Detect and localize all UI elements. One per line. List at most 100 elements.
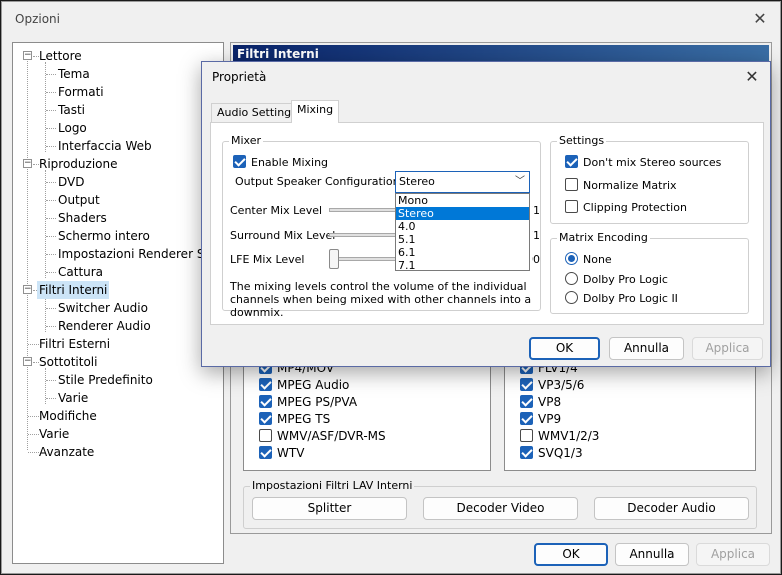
list-item[interactable]: WTV	[259, 445, 304, 462]
close-icon[interactable]: ✕	[748, 7, 772, 31]
dropdown-option-4-0[interactable]: 4.0	[396, 220, 529, 233]
checkbox[interactable]	[565, 178, 578, 191]
tree-connector	[46, 218, 56, 219]
tree-connector	[46, 200, 56, 201]
dialog-cancel-button[interactable]: Annulla	[609, 337, 684, 360]
enable-mixing-checkbox[interactable]: Enable Mixing	[233, 154, 328, 171]
output-config-dropdown[interactable]: Mono Stereo 4.0 5.1 6.1 7.1	[395, 193, 530, 272]
list-item[interactable]: VP8	[520, 394, 561, 411]
dropdown-option-7-1[interactable]: 7.1	[396, 259, 529, 272]
checkbox[interactable]	[520, 395, 533, 408]
tree-item-tema[interactable]: Tema	[58, 65, 90, 83]
tab-audio-settings[interactable]: Audio Settings	[211, 103, 303, 123]
lav-filters-group: Impostazioni Filtri LAV Interni Splitter…	[243, 479, 757, 529]
matrix-dolby-pl2-radio[interactable]: Dolby Pro Logic II	[565, 290, 678, 307]
tab-mixing[interactable]: Mixing	[291, 100, 340, 123]
tree-item-sottotitoli[interactable]: Sottotitoli	[39, 353, 97, 371]
tree-item-stile-predefinito[interactable]: Stile Predefinito	[58, 371, 153, 389]
list-item[interactable]: VP3/5/6	[520, 377, 584, 394]
cancel-button[interactable]: Annulla	[615, 543, 689, 566]
dialog-apply-button[interactable]: Applica	[692, 337, 763, 360]
matrix-dolby-pl-radio[interactable]: Dolby Pro Logic	[565, 271, 668, 288]
mixing-description: The mixing levels control the volume of …	[230, 280, 532, 319]
tree-item-renderer-sync[interactable]: Impostazioni Renderer Sync	[58, 245, 223, 263]
tree-connector	[46, 326, 56, 327]
dialog-ok-button[interactable]: OK	[529, 337, 600, 360]
tree-connector	[46, 182, 56, 183]
list-item[interactable]: VP9	[520, 411, 561, 428]
tree-item-schermo-intero[interactable]: Schermo intero	[58, 227, 150, 245]
collapse-icon[interactable]: −	[23, 357, 32, 366]
checkbox[interactable]	[520, 378, 533, 391]
tree-item-cattura[interactable]: Cattura	[58, 263, 103, 281]
tree-item-tasti[interactable]: Tasti	[58, 101, 85, 119]
tree-root-line	[27, 56, 28, 450]
checkbox[interactable]	[520, 412, 533, 425]
ok-button[interactable]: OK	[534, 543, 608, 566]
list-item[interactable]: WMV/ASF/DVR-MS	[259, 428, 386, 445]
checkbox[interactable]	[259, 395, 272, 408]
group-label: Matrix Encoding	[557, 231, 650, 245]
tree-item-switcher-audio[interactable]: Switcher Audio	[58, 299, 148, 317]
tree-item-filtri-interni[interactable]: Filtri Interni	[37, 281, 110, 299]
checkbox[interactable]	[259, 378, 272, 391]
collapse-icon[interactable]: −	[23, 159, 32, 168]
tree-item-riproduzione[interactable]: Riproduzione	[39, 155, 118, 173]
list-item[interactable]: MPEG Audio	[259, 377, 349, 394]
apply-button[interactable]: Applica	[696, 543, 770, 566]
list-item[interactable]: MPEG PS/PVA	[259, 394, 357, 411]
lfe-slider-thumb[interactable]	[329, 249, 339, 269]
checkbox[interactable]	[259, 412, 272, 425]
checkbox[interactable]	[259, 429, 272, 442]
tree-item-modifiche[interactable]: Modifiche	[39, 407, 97, 425]
tree-item-interfaccia-web[interactable]: Interfaccia Web	[58, 137, 152, 155]
splitter-button[interactable]: Splitter	[252, 497, 407, 520]
group-label: Mixer	[229, 134, 264, 148]
close-icon[interactable]: ✕	[740, 65, 764, 89]
checkbox[interactable]	[520, 446, 533, 459]
tree-item-varie[interactable]: Varie	[39, 425, 69, 443]
tree-item-filtri-esterni[interactable]: Filtri Esterni	[39, 335, 110, 353]
tree-item-logo[interactable]: Logo	[58, 119, 87, 137]
tree-item-output[interactable]: Output	[58, 191, 100, 209]
checkbox[interactable]	[233, 155, 246, 168]
output-config-select[interactable]: Stereo ﹀	[395, 171, 530, 193]
list-item-label: SVQ1/3	[538, 446, 583, 460]
checkbox[interactable]	[520, 429, 533, 442]
radio[interactable]	[565, 252, 578, 265]
checkbox[interactable]	[259, 446, 272, 459]
checkbox-label: Clipping Protection	[583, 201, 687, 214]
clipping-protection-checkbox[interactable]: Clipping Protection	[565, 199, 687, 216]
normalize-matrix-checkbox[interactable]: Normalize Matrix	[565, 177, 677, 194]
decoder-audio-button[interactable]: Decoder Audio	[594, 497, 749, 520]
tree-item-formati[interactable]: Formati	[58, 83, 104, 101]
center-mix-value: 0.7071	[532, 204, 540, 217]
checkbox[interactable]	[565, 200, 578, 213]
dropdown-option-stereo[interactable]: Stereo	[396, 207, 529, 220]
tree-item-lettore[interactable]: Lettore	[39, 47, 82, 65]
collapse-icon[interactable]: −	[23, 51, 32, 60]
dropdown-option-5-1[interactable]: 5.1	[396, 233, 529, 246]
tree-item-shaders[interactable]: Shaders	[58, 209, 107, 227]
list-item-label: WTV	[277, 446, 305, 460]
surround-mix-value: 0.7071	[532, 229, 540, 242]
options-tree[interactable]: − − − − Lettore Tema Formati Tasti Logo …	[12, 42, 224, 564]
tree-item-renderer-audio[interactable]: Renderer Audio	[58, 317, 151, 335]
dont-mix-stereo-checkbox[interactable]: Don't mix Stereo sources	[565, 154, 721, 171]
radio[interactable]	[565, 291, 578, 304]
decoder-video-button[interactable]: Decoder Video	[423, 497, 578, 520]
list-item[interactable]: SVQ1/3	[520, 445, 583, 462]
list-item[interactable]: MPEG TS	[259, 411, 330, 428]
tree-item-avanzate[interactable]: Avanzate	[39, 443, 94, 461]
tree-item-dvd[interactable]: DVD	[58, 173, 84, 191]
collapse-icon[interactable]: −	[23, 285, 32, 294]
list-item[interactable]: WMV1/2/3	[520, 428, 599, 445]
tree-item-varie-sub[interactable]: Varie	[58, 389, 88, 407]
radio[interactable]	[565, 272, 578, 285]
checkbox[interactable]	[565, 155, 578, 168]
list-item-label: MPEG Audio	[277, 378, 350, 392]
dropdown-option-mono[interactable]: Mono	[396, 194, 529, 207]
tree-connector	[28, 452, 39, 453]
matrix-none-radio[interactable]: None	[565, 251, 612, 268]
dropdown-option-6-1[interactable]: 6.1	[396, 246, 529, 259]
